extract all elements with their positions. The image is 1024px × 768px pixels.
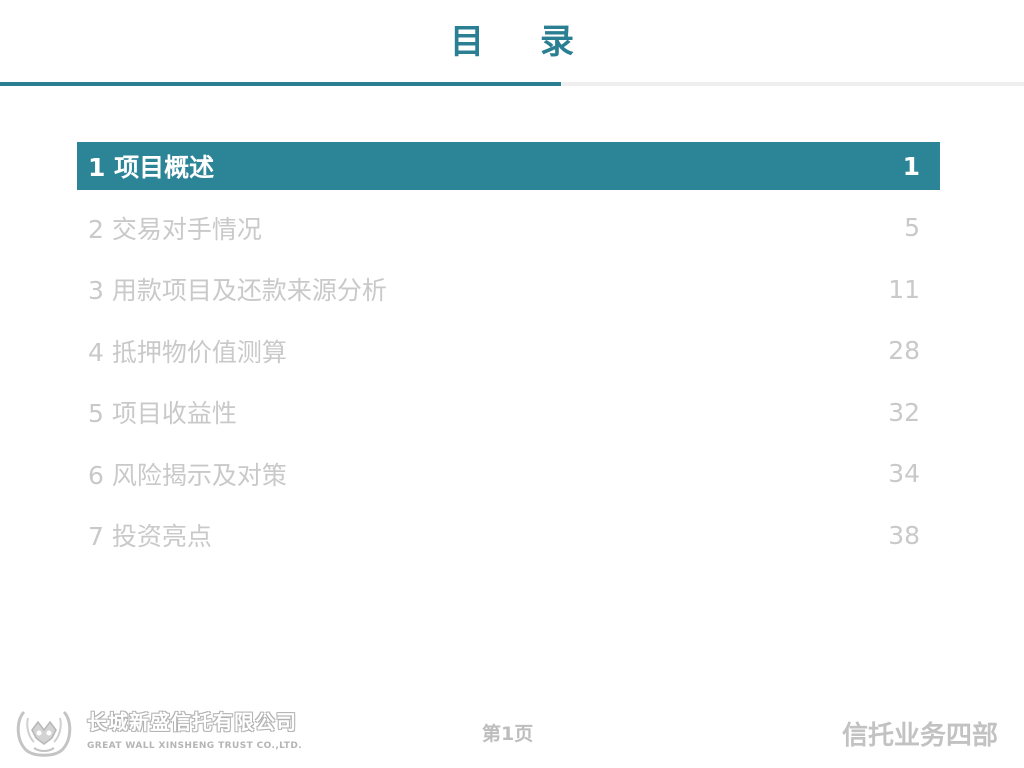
toc-item-page: 38	[888, 520, 920, 550]
toc-item-label: 3 用款项目及还款来源分析	[88, 276, 387, 305]
toc-item-page: 11	[888, 274, 920, 304]
toc-item-label: 1 项目概述	[88, 153, 215, 182]
toc-item-label: 5 项目收益性	[88, 399, 237, 428]
toc-item-page: 1	[902, 151, 920, 181]
header-rule-light	[561, 82, 1024, 86]
toc-item-4[interactable]: 4 抵押物价值测算 28	[77, 327, 940, 375]
page-title: 目录	[450, 22, 630, 62]
toc-item-page: 34	[888, 459, 920, 488]
header-rule-accent	[0, 82, 561, 86]
table-of-contents: 1 项目概述 1 2 交易对手情况 5 3 用款项目及还款来源分析 11 4 抵…	[77, 142, 940, 573]
company-logo-icon	[16, 710, 72, 757]
company-name: 长城新盛信托有限公司	[87, 710, 297, 734]
company-name-english: GREAT WALL XINSHENG TRUST CO.,LTD.	[87, 741, 303, 751]
toc-item-page: 5	[904, 213, 920, 242]
toc-item-label: 6 风险揭示及对策	[88, 460, 287, 490]
toc-item-7[interactable]: 7 投资亮点 38	[77, 511, 940, 559]
toc-item-3[interactable]: 3 用款项目及还款来源分析 11	[77, 265, 940, 313]
toc-item-5[interactable]: 5 项目收益性 32	[77, 388, 940, 436]
toc-item-page: 32	[888, 397, 920, 427]
toc-item-page: 28	[888, 336, 920, 365]
toc-item-1[interactable]: 1 项目概述 1	[77, 142, 940, 190]
toc-item-label: 2 交易对手情况	[88, 214, 262, 244]
toc-item-2[interactable]: 2 交易对手情况 5	[77, 204, 940, 252]
department-name: 信托业务四部	[841, 721, 998, 751]
toc-item-label: 4 抵押物价值测算	[88, 337, 287, 367]
toc-item-6[interactable]: 6 风险揭示及对策 34	[77, 450, 940, 498]
page-number: 第1页	[482, 723, 534, 745]
toc-item-label: 7 投资亮点	[88, 522, 212, 551]
